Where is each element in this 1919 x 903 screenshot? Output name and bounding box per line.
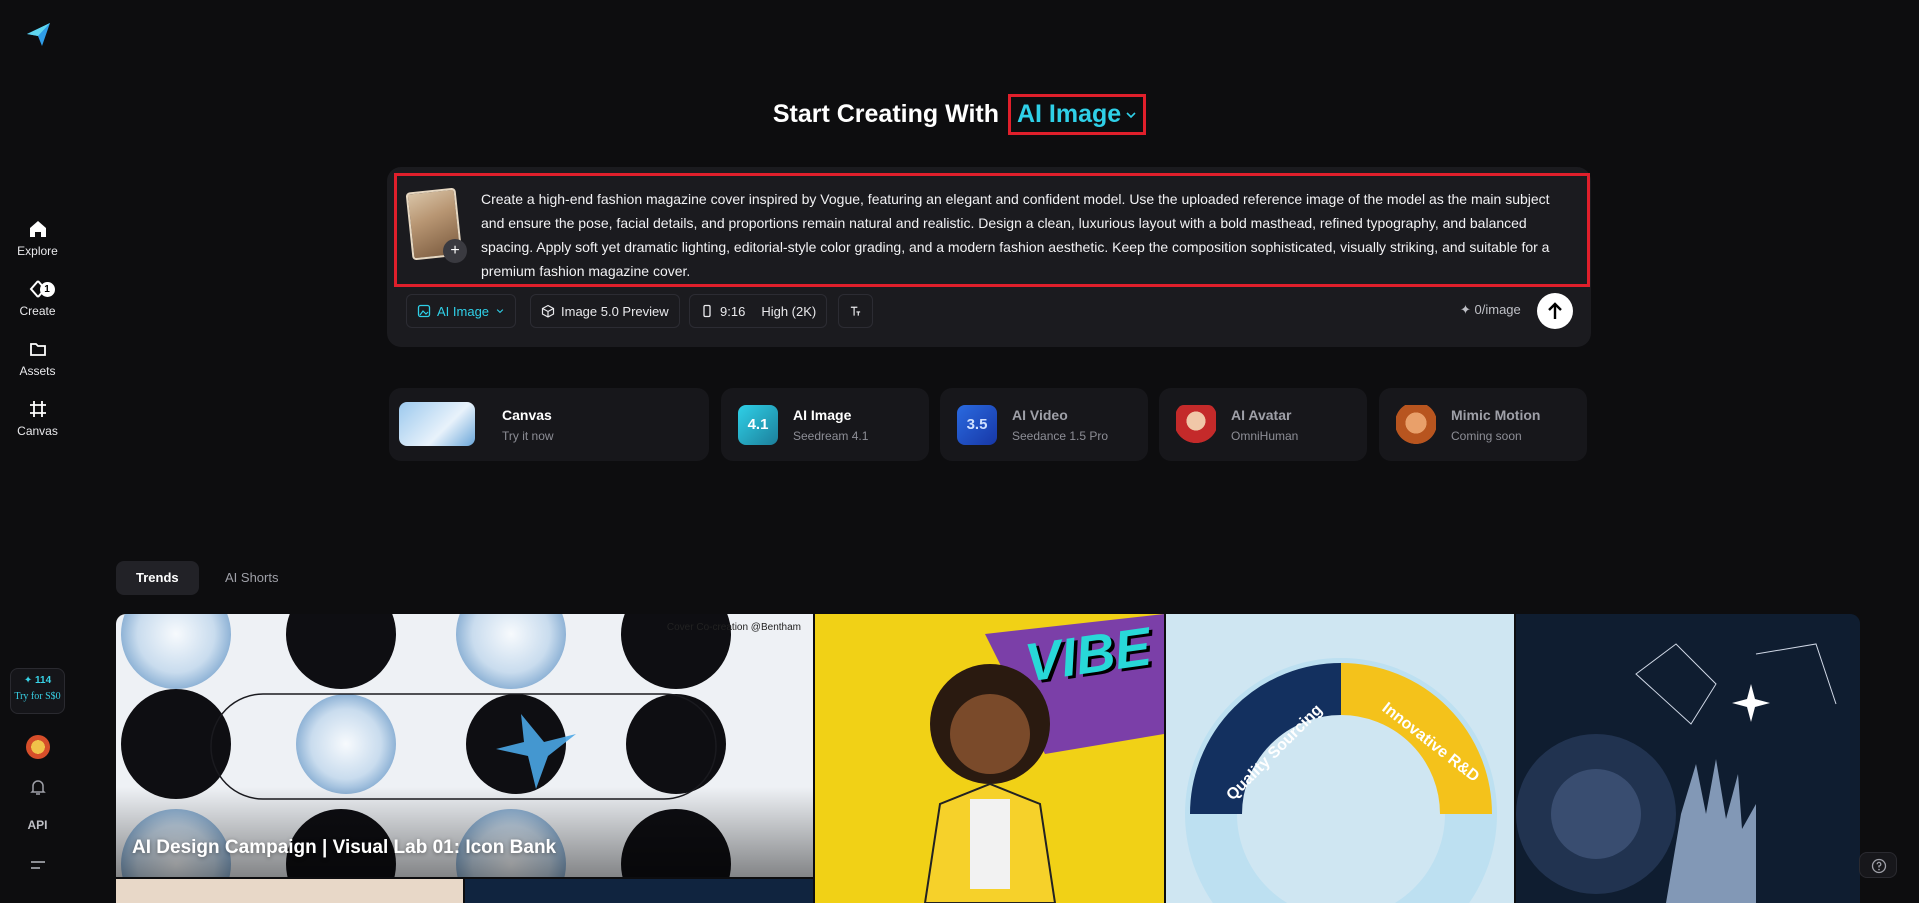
mode-selector-label: AI Image: [1016, 100, 1122, 128]
sidebar-item-label: Canvas: [17, 424, 58, 438]
headline-prefix: Start Creating With: [772, 100, 999, 128]
tool-subtitle: Coming soon: [1451, 429, 1522, 443]
create-icon: 1: [27, 278, 55, 300]
help-button[interactable]: [1859, 852, 1897, 878]
tool-card-ai-avatar[interactable]: AI Avatar OmniHuman: [1159, 388, 1367, 461]
quality-label: High (2K): [761, 303, 817, 319]
avatar-character-icon: [1176, 405, 1216, 445]
image-icon: [417, 304, 431, 318]
tab-trends[interactable]: Trends: [116, 561, 199, 595]
tool-title: AI Video: [1012, 407, 1068, 423]
tool-subtitle: Seedance 1.5 Pro: [1012, 429, 1109, 443]
gallery-card-cycle[interactable]: Quality Sourcing Innovative R&D: [1166, 614, 1514, 903]
help-icon: [1871, 858, 1887, 874]
tool-subtitle: Seedream 4.1: [793, 429, 869, 443]
feature-overlay: [116, 787, 813, 877]
folder-icon: [27, 338, 49, 360]
canvas-preview-image: [399, 402, 475, 446]
gallery-card-row2-b[interactable]: [465, 879, 813, 903]
canvas-icon: [27, 398, 49, 420]
feature-title: AI Design Campaign | Visual Lab 01: Icon…: [132, 837, 557, 858]
mimic-character-icon: [1396, 405, 1436, 445]
cube-icon: [541, 304, 555, 318]
prompt-input[interactable]: Create a high-end fashion magazine cover…: [481, 187, 1557, 283]
seedream-icon: 4.1: [738, 405, 778, 445]
tool-card-ai-video[interactable]: 3.5 AI Video Seedance 1.5 Pro: [940, 388, 1148, 461]
tool-subtitle: Try it now: [502, 429, 554, 443]
home-icon: [27, 218, 49, 240]
cost-indicator: ✦ 0/image: [1460, 302, 1521, 317]
trial-link[interactable]: Try for S$0: [11, 691, 64, 702]
add-reference-button[interactable]: +: [443, 239, 467, 263]
chevron-down-icon: [496, 309, 504, 314]
tab-ai-shorts[interactable]: AI Shorts: [205, 561, 298, 595]
sidebar-item-label: Explore: [17, 244, 58, 258]
tool-card-canvas[interactable]: Canvas Try it now: [389, 388, 709, 461]
mode-selector[interactable]: AI Image: [1007, 94, 1147, 135]
tool-title: Canvas: [502, 407, 552, 423]
ratio-quality-selector[interactable]: 9:16 High (2K): [689, 294, 828, 328]
sidebar-item-create[interactable]: 1 Create: [0, 278, 75, 318]
text-style-button[interactable]: [838, 294, 873, 328]
gallery-card-row2-a[interactable]: [116, 879, 463, 903]
text-format-icon: [850, 306, 861, 316]
tool-title: Mimic Motion: [1451, 407, 1541, 423]
cover-credit: Cover Co-creation @Bentham: [666, 622, 801, 633]
submit-button[interactable]: [1537, 293, 1573, 329]
tool-subtitle: OmniHuman: [1231, 429, 1299, 443]
mode-dropdown-label: AI Image: [437, 303, 490, 319]
cosmic-hand-artwork: [1516, 614, 1860, 903]
api-link[interactable]: API: [0, 818, 75, 832]
tool-title: AI Image: [793, 407, 852, 423]
bell-icon[interactable]: [28, 777, 48, 797]
sidebar-item-canvas[interactable]: Canvas: [0, 398, 75, 438]
sidebar-item-label: Assets: [19, 364, 56, 378]
chevron-down-icon: [1126, 112, 1136, 119]
page-title: Start Creating With AI Image: [0, 94, 1919, 135]
model-selector[interactable]: Image 5.0 Preview: [530, 294, 680, 328]
app-logo-icon[interactable]: [24, 20, 52, 48]
gallery-card-vibe[interactable]: VIBE: [815, 614, 1164, 903]
model-selector-label: Image 5.0 Preview: [561, 303, 669, 319]
mode-dropdown[interactable]: AI Image: [406, 294, 517, 328]
arrow-up-icon: [1548, 302, 1562, 319]
left-sidebar: Explore 1 Create Assets Canvas ✦ 114 Try…: [0, 0, 75, 903]
sidebar-item-label: Create: [19, 304, 56, 318]
sidebar-item-assets[interactable]: Assets: [0, 338, 75, 378]
create-badge: 1: [39, 282, 55, 297]
tool-card-mimic-motion[interactable]: Mimic Motion Coming soon: [1379, 388, 1587, 461]
gallery-card-cosmic-hand[interactable]: [1516, 614, 1860, 903]
avatar[interactable]: [26, 735, 50, 759]
gallery-feature-card[interactable]: Cover Co-creation @Bentham AI Design Cam…: [116, 614, 813, 877]
credits-amount: ✦ 114: [23, 675, 52, 686]
menu-icon[interactable]: [29, 859, 47, 873]
ratio-label: 9:16: [720, 303, 746, 319]
seedance-icon: 3.5: [957, 405, 997, 445]
credits-panel[interactable]: ✦ 114 Try for S$0: [10, 668, 65, 714]
tool-card-ai-image[interactable]: 4.1 AI Image Seedream 4.1: [721, 388, 929, 461]
tool-title: AI Avatar: [1231, 407, 1292, 423]
phone-ratio-icon: [703, 304, 711, 318]
sidebar-item-explore[interactable]: Explore: [0, 218, 75, 258]
